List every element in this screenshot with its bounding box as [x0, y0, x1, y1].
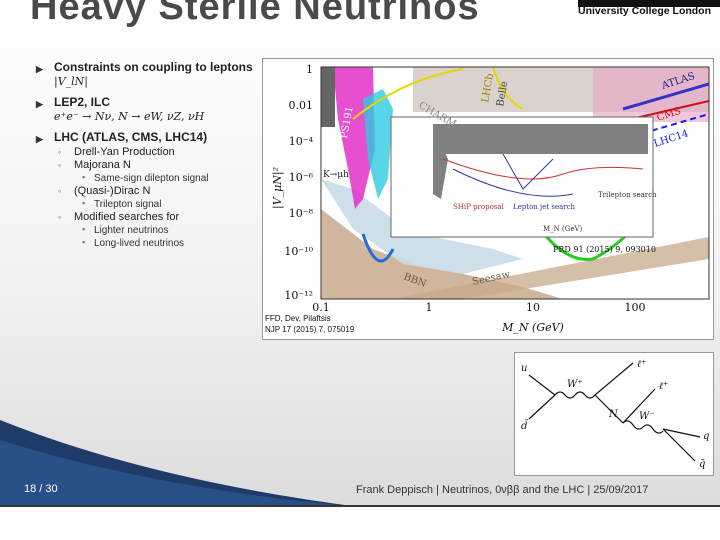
- y-tick-label: 0.01: [289, 99, 314, 112]
- sub-sub-bullet: ▪ Lighter neutrinos: [82, 224, 169, 236]
- exclusion-plot: 1 0.01 10⁻⁴ 10⁻⁶ 10⁻⁸ 10⁻¹⁰ 10⁻¹² 0.1 1 …: [262, 58, 714, 340]
- bullet-arrow-icon: ▶: [36, 99, 43, 109]
- sub-bullet: ◦ (Quasi-)Dirac N: [58, 185, 151, 197]
- credit-authors: FFD, Dev, Pilaftsis: [265, 314, 331, 323]
- sub-bullet-text: Modified searches for: [74, 211, 180, 223]
- y-tick-label: 10⁻⁴: [289, 135, 314, 148]
- sub-sub-bullet: ▪ Trilepton signal: [82, 198, 162, 210]
- trilepton-label: Trilepton search: [598, 191, 657, 199]
- ucl-logo-text: University College London: [578, 5, 712, 17]
- x-axis-label: M_N (GeV): [501, 321, 564, 334]
- sub-sub-bullet-text: Long-lived neutrinos: [94, 238, 185, 249]
- lepton-jet-label: Lepton jet search: [513, 203, 576, 211]
- sub-bullet-text: Majorana N: [74, 159, 131, 171]
- footer-text: Frank Deppisch | Neutrinos, 0νββ and the…: [356, 484, 649, 496]
- page-number: 18 / 30: [24, 483, 58, 495]
- bullet-text: Constraints on coupling to leptons: [54, 60, 253, 74]
- quark-dbar-label: d̄: [521, 420, 529, 432]
- y-tick-label: 10⁻⁶: [289, 171, 314, 184]
- bullet-item: ▶ Constraints on coupling to leptons |V_…: [36, 60, 266, 89]
- sub-sub-bullet-text: Trilepton signal: [94, 199, 162, 210]
- slide-title: Heavy Sterile Neutrinos: [30, 0, 480, 28]
- sub-bullet: ◦ Drell-Yan Production: [58, 146, 175, 158]
- bullet-text: LHC (ATLAS, CMS, LHC14): [54, 130, 208, 144]
- x-tick-label: 10: [526, 301, 540, 314]
- bullet-list: ▶ Constraints on coupling to leptons |V_…: [36, 60, 266, 250]
- y-tick-label: 10⁻¹⁰: [284, 245, 313, 258]
- sub-sub-bullet: ▪ Same-sign dilepton signal: [82, 172, 209, 184]
- exclusion-plot-svg: 1 0.01 10⁻⁴ 10⁻⁶ 10⁻⁸ 10⁻¹⁰ 10⁻¹² 0.1 1 …: [265, 63, 710, 334]
- sub-bullet-text: Drell-Yan Production: [74, 146, 175, 158]
- ship-label: SHiP proposal: [453, 203, 505, 211]
- kmuh-label: K→μh: [323, 170, 349, 180]
- sub-bullet: ◦ Majorana N: [58, 159, 131, 171]
- lepton-1-label: ℓ⁺: [637, 359, 646, 370]
- n-label: N: [608, 409, 619, 420]
- bullet-text: LEP2, ILC: [54, 95, 111, 109]
- bottom-divider: [0, 505, 720, 507]
- feynman-svg: u d̄ W⁺ ℓ⁺ N ℓ⁺ W⁻ q q̄: [521, 359, 709, 470]
- feynman-diagram: u d̄ W⁺ ℓ⁺ N ℓ⁺ W⁻ q q̄: [514, 352, 714, 476]
- inset-xlabel: M_N (GeV): [543, 225, 583, 233]
- x-tick-label: 1: [426, 301, 433, 314]
- y-tick-label: 10⁻¹²: [284, 289, 313, 302]
- bullet-math: e⁺e⁻ → Nν, N → eW, νZ, νH: [54, 110, 205, 123]
- bullet-arrow-icon: ▶: [36, 134, 43, 144]
- y-tick-label: 10⁻⁸: [289, 207, 314, 220]
- sub-sub-bullet-text: Same-sign dilepton signal: [94, 173, 209, 184]
- y-axis-label: |V_μN|²: [271, 167, 285, 209]
- quark-u-label: u: [521, 363, 527, 374]
- slide: Heavy Sterile Neutrinos University Colle…: [0, 0, 720, 507]
- bullet-item: ▶ LEP2, ILC e⁺e⁻ → Nν, N → eW, νZ, νH: [36, 95, 266, 124]
- credit-journal: NJP 17 (2015) 7, 075019: [265, 325, 355, 334]
- sub-bullet-text: (Quasi-)Dirac N: [74, 185, 151, 197]
- quark-q-label: q: [703, 431, 709, 442]
- sub-bullet: ◦ Modified searches for: [58, 211, 180, 223]
- x-tick-label: 100: [625, 301, 646, 314]
- w-minus-label: W⁻: [639, 411, 655, 422]
- bullet-arrow-icon: ▶: [36, 64, 43, 74]
- lepton-2-label: ℓ⁺: [659, 381, 668, 392]
- sub-sub-bullet-text: Lighter neutrinos: [94, 225, 169, 236]
- quark-qbar-label: q̄: [699, 459, 705, 470]
- bullet-item: ▶ LHC (ATLAS, CMS, LHC14): [36, 130, 266, 144]
- inset-reference: PRD 91 (2015) 9, 093010: [553, 245, 656, 254]
- w-plus-label: W⁺: [567, 379, 583, 390]
- bullet-math: |V_lN|: [54, 75, 88, 88]
- sub-sub-bullet: ▪ Long-lived neutrinos: [82, 237, 185, 249]
- y-tick-label: 1: [306, 63, 313, 76]
- x-tick-label: 0.1: [312, 301, 330, 314]
